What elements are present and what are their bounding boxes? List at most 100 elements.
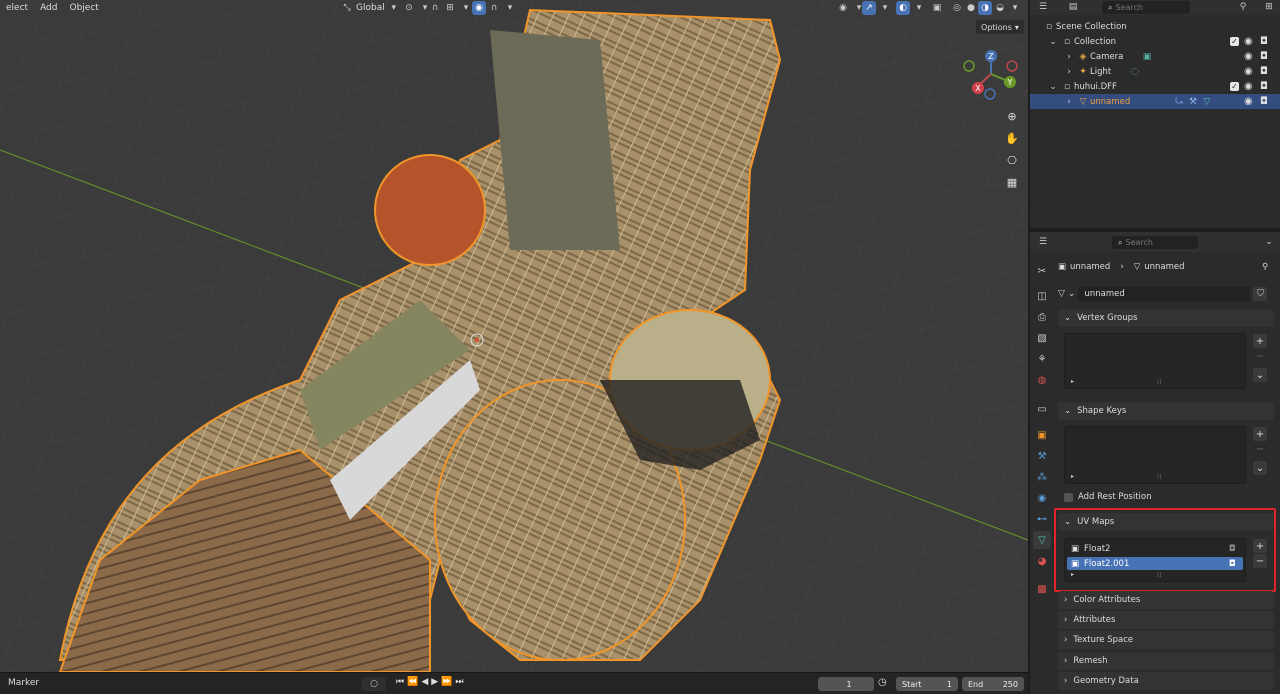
view-layer-tab[interactable]: ▧ bbox=[1033, 329, 1051, 347]
shading-wireframe[interactable]: ◎ bbox=[950, 1, 964, 15]
physics-tab[interactable]: ◉ bbox=[1033, 489, 1051, 507]
xray-toggle[interactable]: ▣ bbox=[930, 1, 944, 15]
tool-tab[interactable]: ✂ bbox=[1033, 262, 1051, 280]
prev-keyframe-icon[interactable]: ⏪ bbox=[407, 677, 418, 687]
mesh-data-icon[interactable]: ▽ bbox=[1058, 289, 1065, 299]
render-camera-icon[interactable]: ◘ bbox=[1229, 559, 1236, 569]
texture-tab[interactable]: ▩ bbox=[1033, 580, 1051, 598]
clock-icon[interactable]: ◷ bbox=[878, 677, 887, 688]
start-frame-field[interactable]: Start 1 bbox=[896, 677, 958, 691]
eye-icon[interactable]: ◉ bbox=[1244, 96, 1253, 107]
outliner-row-light[interactable]: › ✦ Light ◌ ◉ ◘ bbox=[1030, 64, 1280, 79]
light-data-icon[interactable]: ◌ bbox=[1128, 65, 1142, 79]
menu-object[interactable]: Object bbox=[64, 3, 105, 13]
add-vertex-group-button[interactable]: + bbox=[1253, 334, 1267, 348]
remove-vertex-group-button[interactable]: − bbox=[1253, 349, 1267, 363]
vertex-group-specials-button[interactable]: ⌄ bbox=[1253, 368, 1267, 382]
data-tab[interactable]: ▽ bbox=[1033, 531, 1051, 549]
particles-tab[interactable]: ⁂ bbox=[1033, 468, 1051, 486]
eye-icon[interactable]: ◉ bbox=[1244, 81, 1253, 92]
texture-space-panel-header[interactable]: › Texture Space bbox=[1058, 631, 1274, 649]
zoom-button[interactable]: ⊕ bbox=[1002, 106, 1022, 126]
chevron-down-icon[interactable]: ⌄ bbox=[1068, 289, 1076, 299]
snap-dropdown[interactable]: ⊞ ▾ bbox=[443, 1, 473, 15]
shape-key-specials-button[interactable]: ⌄ bbox=[1253, 461, 1267, 475]
eye-icon[interactable]: ◉ bbox=[1244, 66, 1253, 77]
render-camera-icon[interactable]: ◘ bbox=[1260, 51, 1268, 62]
shape-keys-panel-header[interactable]: ⌄ Shape Keys bbox=[1058, 402, 1274, 420]
add-rest-position-checkbox[interactable] bbox=[1064, 492, 1073, 502]
uv-map-row[interactable]: ▣ Float2 ◘ bbox=[1067, 542, 1243, 555]
pan-button[interactable]: ✋ bbox=[1002, 128, 1022, 148]
shading-dropdown[interactable]: ▾ bbox=[1008, 1, 1022, 15]
pin-icon[interactable]: ⚲ bbox=[1262, 262, 1268, 272]
fake-user-shield-icon[interactable]: ⛉ bbox=[1253, 286, 1268, 301]
camera-view-button[interactable]: ⎔ bbox=[1002, 150, 1022, 170]
vertex-groups-panel-header[interactable]: ⌄ Vertex Groups bbox=[1058, 309, 1274, 327]
shading-material[interactable]: ◑ bbox=[978, 1, 992, 15]
play-icon[interactable]: ▶ bbox=[431, 677, 438, 687]
vertex-groups-list[interactable]: ▸ ⁞⁞ bbox=[1064, 333, 1246, 389]
next-keyframe-icon[interactable]: ⏩ bbox=[441, 677, 452, 687]
outliner-row-camera[interactable]: › ◈ Camera ▣ ◉ ◘ bbox=[1030, 49, 1280, 64]
shape-keys-list[interactable]: ▸ ⁞⁞ bbox=[1064, 426, 1246, 484]
mesh-name-field[interactable]: unnamed bbox=[1078, 286, 1251, 301]
marker-menu[interactable]: Marker bbox=[8, 678, 39, 688]
color-attributes-panel-header[interactable]: › Color Attributes bbox=[1058, 591, 1274, 609]
chevron-down-icon[interactable]: ⌄ bbox=[1046, 35, 1060, 49]
proportional-edit-toggle[interactable]: ◉ bbox=[472, 1, 486, 15]
jump-start-icon[interactable]: ⏮ bbox=[396, 677, 404, 687]
constraints-tab[interactable]: ⊷ bbox=[1033, 510, 1051, 528]
render-tab[interactable]: ◫ bbox=[1033, 287, 1051, 305]
perspective-toggle-button[interactable]: ▦ bbox=[1002, 172, 1022, 192]
add-shape-key-button[interactable]: + bbox=[1253, 427, 1267, 441]
outliner-row-collection[interactable]: ⌄ ▫ Collection ✓ ◉ ◘ bbox=[1030, 34, 1280, 49]
render-camera-icon[interactable]: ◘ bbox=[1229, 544, 1236, 554]
material-tab[interactable]: ◕ bbox=[1033, 552, 1051, 570]
output-tab[interactable]: ⎙ bbox=[1033, 308, 1051, 326]
gizmo-toggle[interactable]: ↗ bbox=[862, 1, 876, 15]
geometry-data-panel-header[interactable]: › Geometry Data bbox=[1058, 672, 1274, 690]
wrench-icon[interactable]: ⚒ bbox=[1186, 95, 1200, 109]
gizmo-dropdown[interactable]: ▾ bbox=[878, 1, 892, 15]
resize-grip-icon[interactable]: ⁞⁞ bbox=[1157, 473, 1161, 481]
new-collection-icon[interactable]: ⊞ bbox=[1262, 0, 1276, 14]
chevron-down-icon[interactable]: ⌄ bbox=[1262, 235, 1276, 249]
snap-toggle[interactable]: ∩ bbox=[428, 1, 442, 15]
modifiers-tab[interactable]: ⚒ bbox=[1033, 447, 1051, 465]
shading-solid[interactable]: ● bbox=[964, 1, 978, 15]
filter-icon[interactable]: ⚲ bbox=[1236, 0, 1250, 14]
current-frame-field[interactable]: 1 bbox=[818, 677, 874, 691]
collection-tab[interactable]: ▭ bbox=[1033, 400, 1051, 418]
resize-grip-icon[interactable]: ⁞⁞ bbox=[1157, 571, 1161, 579]
chevron-right-icon[interactable]: › bbox=[1062, 95, 1076, 109]
world-tab[interactable]: ◍ bbox=[1033, 371, 1051, 389]
render-camera-icon[interactable]: ◘ bbox=[1260, 66, 1268, 77]
chevron-down-icon[interactable]: ⌄ bbox=[1046, 80, 1060, 94]
navigation-gizmo[interactable]: Z Y X bbox=[960, 46, 1022, 102]
uv-map-row-selected[interactable]: ▣ Float2.001 ◘ bbox=[1067, 557, 1243, 570]
add-uv-map-button[interactable]: + bbox=[1253, 539, 1267, 553]
render-camera-icon[interactable]: ◘ bbox=[1260, 36, 1268, 47]
render-camera-icon[interactable]: ◘ bbox=[1260, 81, 1268, 92]
add-rest-position-row[interactable]: Add Rest Position bbox=[1064, 492, 1151, 502]
uv-maps-list[interactable]: ▣ Float2 ◘ ▣ Float2.001 ◘ ▸ ⁞⁞ bbox=[1064, 538, 1246, 582]
properties-search-input[interactable]: ⌕ Search bbox=[1112, 236, 1198, 249]
outliner-row-unnamed[interactable]: › ▽ unnamed ⤿ ⚒ ▽ ◉ ◘ bbox=[1030, 94, 1280, 109]
remove-uv-map-button[interactable]: − bbox=[1253, 554, 1267, 568]
menu-add[interactable]: Add bbox=[34, 3, 63, 13]
remove-shape-key-button[interactable]: − bbox=[1253, 442, 1267, 456]
overlays-toggle[interactable]: ◐ bbox=[896, 1, 910, 15]
options-button[interactable]: Options ▾ bbox=[976, 20, 1024, 34]
outliner-search-input[interactable]: ⌕ Search bbox=[1102, 1, 1190, 14]
eye-icon[interactable]: ◉ bbox=[1244, 36, 1253, 47]
play-reverse-icon[interactable]: ◀ bbox=[421, 677, 428, 687]
shading-rendered[interactable]: ◒ bbox=[993, 1, 1007, 15]
overlays-dropdown[interactable]: ▾ bbox=[912, 1, 926, 15]
scene-tab[interactable]: ⚘ bbox=[1033, 350, 1051, 368]
exclude-checkbox[interactable]: ✓ bbox=[1230, 82, 1239, 91]
menu-select[interactable]: elect bbox=[0, 3, 34, 13]
outliner-row-scene-collection[interactable]: ▫ Scene Collection bbox=[1030, 19, 1280, 34]
jump-end-icon[interactable]: ⏭ bbox=[455, 677, 463, 687]
exclude-checkbox[interactable]: ✓ bbox=[1230, 37, 1239, 46]
